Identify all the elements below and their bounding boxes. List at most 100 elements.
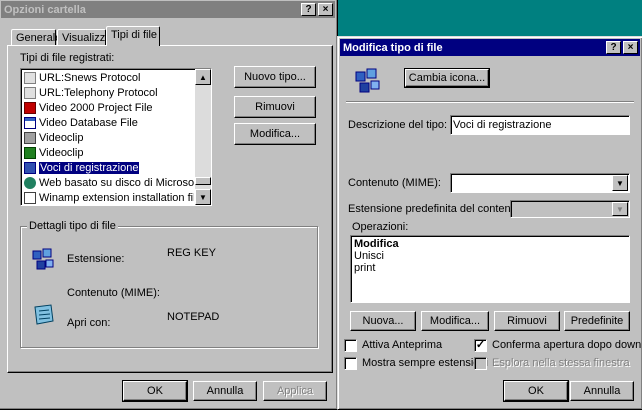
confirm-open-label: Conferma apertura dopo download bbox=[492, 339, 642, 351]
extension-value: REG KEY bbox=[167, 247, 216, 259]
tab-generale[interactable]: Generale bbox=[11, 29, 61, 46]
button-label: Rimuovi bbox=[507, 315, 547, 327]
quick-view-label: Attiva Anteprima bbox=[362, 339, 443, 351]
button-label: Modifica... bbox=[429, 315, 481, 327]
set-default-button[interactable]: Predefinite bbox=[564, 311, 630, 331]
change-icon-button[interactable]: Cambia icona... bbox=[404, 68, 490, 88]
registry-icon bbox=[31, 247, 55, 273]
button-label: Cambia icona... bbox=[408, 72, 486, 84]
button-label: Annulla bbox=[206, 385, 244, 397]
tab-label: Visualizza bbox=[62, 32, 112, 44]
help-button[interactable]: ? bbox=[606, 41, 621, 54]
list-item[interactable]: Video Database File bbox=[22, 115, 194, 130]
close-button[interactable]: × bbox=[623, 41, 638, 54]
cancel-button[interactable]: Annulla bbox=[193, 381, 257, 401]
file-types-list[interactable]: URL:Snews Protocol URL:Telephony Protoco… bbox=[20, 68, 212, 206]
scroll-thumb[interactable] bbox=[195, 177, 211, 185]
dialog-title: Modifica tipo di file bbox=[343, 41, 443, 54]
cancel-button[interactable]: Annulla bbox=[570, 381, 634, 401]
operation-item[interactable]: print bbox=[354, 262, 626, 274]
browse-same-window-checkbox[interactable] bbox=[474, 357, 487, 370]
url-icon bbox=[24, 71, 36, 84]
list-scrollbar[interactable]: ▲ ▼ bbox=[195, 69, 211, 205]
edit-operation-button[interactable]: Modifica... bbox=[421, 311, 489, 331]
content-mime-combo[interactable]: ▼ bbox=[450, 173, 630, 193]
description-value: Voci di registrazione bbox=[453, 119, 552, 131]
divider bbox=[346, 101, 634, 103]
operation-item[interactable]: Unisci bbox=[354, 250, 626, 262]
group-label: Dettagli tipo di file bbox=[27, 220, 118, 232]
web-icon bbox=[24, 176, 36, 189]
scroll-up-icon[interactable]: ▲ bbox=[195, 69, 211, 85]
default-extension-label: Estensione predefinita del contenuto: bbox=[348, 203, 530, 215]
content-mime-label: Contenuto (MIME): bbox=[67, 287, 160, 299]
list-item-label: URL:Telephony Protocol bbox=[39, 86, 158, 99]
tab-label: Tipi di file bbox=[111, 29, 158, 41]
url-icon bbox=[24, 86, 36, 99]
confirm-open-checkbox[interactable]: ✓ bbox=[474, 339, 487, 352]
list-item[interactable]: Videoclip bbox=[22, 130, 194, 145]
remove-operation-button[interactable]: Rimuovi bbox=[494, 311, 560, 331]
content-mime-label: Contenuto (MIME): bbox=[348, 177, 441, 189]
default-extension-combo[interactable]: ▼ bbox=[510, 200, 630, 218]
chevron-down-icon[interactable]: ▼ bbox=[612, 175, 628, 191]
button-label: Predefinite bbox=[570, 315, 624, 327]
file-type-details-group: Dettagli tipo di file Estensione: REG KE… bbox=[20, 220, 318, 348]
button-label: Applica bbox=[276, 385, 314, 397]
open-with-label: Apri con: bbox=[67, 317, 111, 329]
video-project-icon bbox=[24, 101, 36, 114]
description-field[interactable]: Voci di registrazione bbox=[450, 115, 630, 135]
ok-button[interactable]: OK bbox=[122, 380, 188, 402]
list-item-selected[interactable]: Voci di registrazione bbox=[22, 160, 194, 175]
file-types-label: Tipi di file registrati: bbox=[20, 52, 115, 64]
new-type-button[interactable]: Nuovo tipo... bbox=[234, 66, 316, 88]
tab-tipi-di-file[interactable]: Tipi di file bbox=[106, 26, 160, 46]
edit-file-type-titlebar[interactable]: Modifica tipo di file ? × bbox=[340, 39, 640, 56]
operations-list[interactable]: Modifica Unisci print bbox=[350, 235, 630, 303]
always-show-extension-checkbox[interactable] bbox=[344, 357, 357, 370]
list-item[interactable]: Videoclip bbox=[22, 145, 194, 160]
description-label: Descrizione del tipo: bbox=[348, 119, 448, 131]
help-button[interactable]: ? bbox=[301, 3, 316, 16]
list-item[interactable]: Web basato su disco di Microsoft ... bbox=[22, 175, 194, 190]
extension-label: Estensione: bbox=[67, 253, 125, 265]
tab-visualizza[interactable]: Visualizza bbox=[57, 29, 111, 46]
list-item-label: Voci di registrazione bbox=[39, 161, 140, 174]
always-show-extension-label: Mostra sempre estensioni bbox=[362, 357, 488, 369]
videoclip-icon bbox=[24, 131, 36, 144]
list-item[interactable]: Winamp extension installation file bbox=[22, 190, 194, 205]
button-label: Nuova... bbox=[362, 315, 404, 327]
registry-icon bbox=[354, 67, 382, 95]
list-item-label: Winamp extension installation file bbox=[39, 191, 194, 204]
list-item[interactable]: URL:Snews Protocol bbox=[22, 70, 194, 85]
registry-icon bbox=[24, 161, 36, 174]
edit-button[interactable]: Modifica... bbox=[234, 123, 316, 145]
open-with-value: NOTEPAD bbox=[167, 311, 220, 323]
new-operation-button[interactable]: Nuova... bbox=[350, 311, 416, 331]
list-item-label: Videoclip bbox=[39, 146, 84, 159]
button-label: Rimuovi bbox=[255, 101, 295, 113]
edit-file-type-dialog: Modifica tipo di file ? × Cambia icona..… bbox=[337, 36, 642, 410]
close-button[interactable]: × bbox=[318, 3, 333, 16]
apply-button[interactable]: Applica bbox=[263, 381, 327, 401]
tab-panel: Tipi di file registrati: URL:Snews Proto… bbox=[7, 45, 333, 373]
button-label: Annulla bbox=[583, 385, 621, 397]
notepad-icon bbox=[31, 303, 57, 327]
folder-options-titlebar[interactable]: Opzioni cartella ? × bbox=[1, 1, 335, 18]
button-label: Nuovo tipo... bbox=[244, 71, 306, 83]
operations-label: Operazioni: bbox=[352, 221, 409, 233]
list-item-label: URL:Snews Protocol bbox=[39, 71, 141, 84]
button-label: Modifica... bbox=[249, 128, 301, 140]
list-item[interactable]: URL:Telephony Protocol bbox=[22, 85, 194, 100]
winamp-icon bbox=[24, 191, 36, 204]
ok-button[interactable]: OK bbox=[503, 380, 569, 402]
tab-label: Generale bbox=[16, 32, 62, 44]
remove-button[interactable]: Rimuovi bbox=[234, 96, 316, 118]
operation-item-default[interactable]: Modifica bbox=[354, 238, 626, 250]
videoclip-icon bbox=[24, 146, 36, 159]
chevron-down-icon[interactable]: ▼ bbox=[612, 202, 628, 216]
quick-view-checkbox[interactable] bbox=[344, 339, 357, 352]
scroll-down-icon[interactable]: ▼ bbox=[195, 189, 211, 205]
folder-options-window: Opzioni cartella ? × Generale Visualizza… bbox=[0, 0, 338, 410]
list-item[interactable]: Video 2000 Project File bbox=[22, 100, 194, 115]
